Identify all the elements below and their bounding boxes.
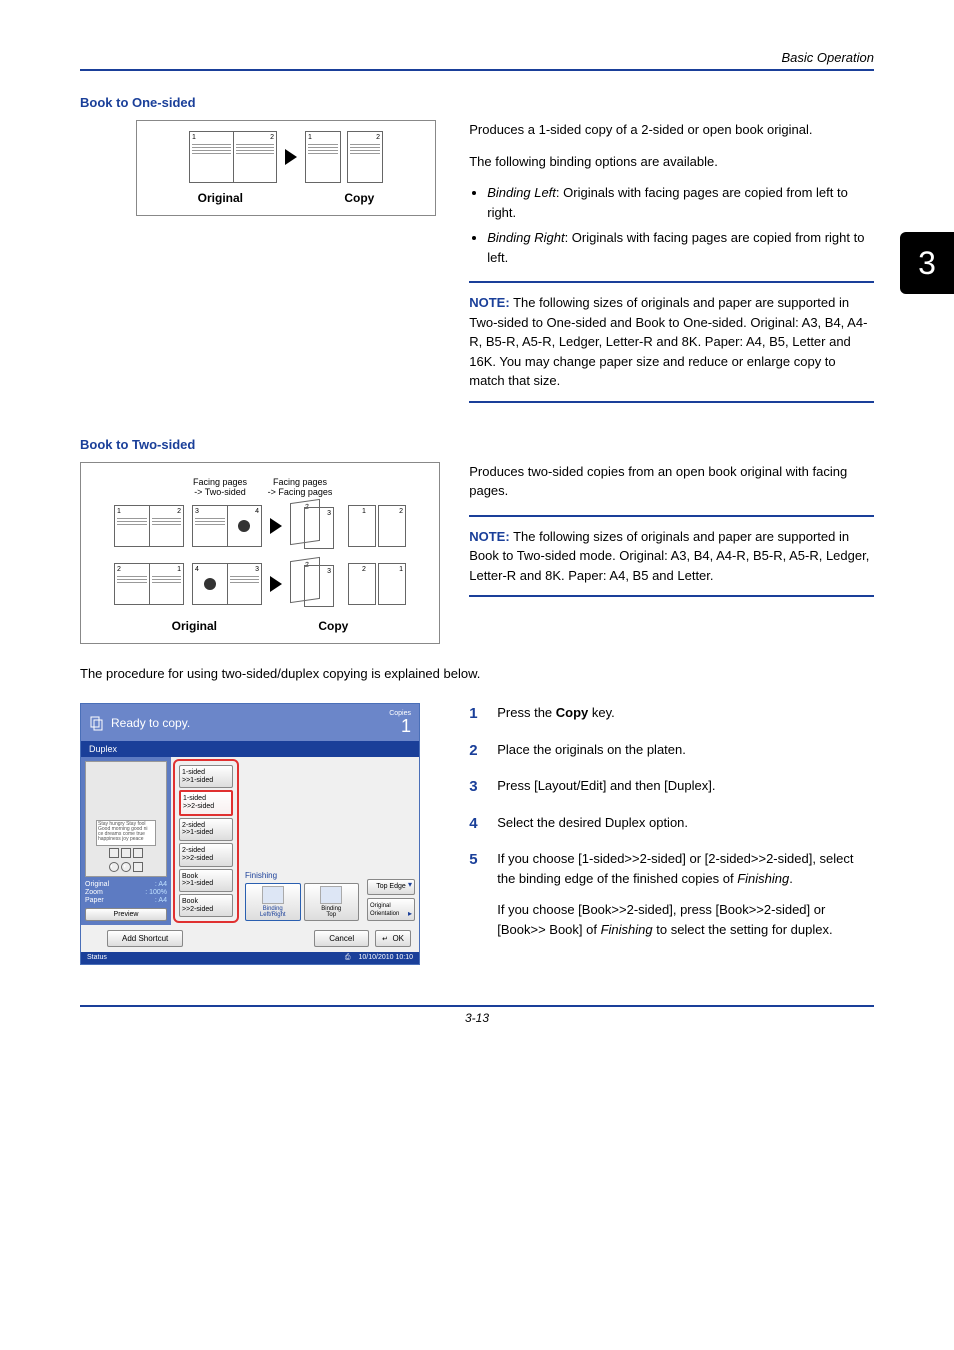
note-block-1: NOTE: The following sizes of originals a… [469,281,874,403]
opt-1s-1s[interactable]: 1-sided >>1-sided [179,765,233,788]
copy-icon [89,715,105,731]
arrow-icon [285,149,297,165]
preview-area: Stay hungry Stay foolGood morning good n… [85,761,167,877]
arrow-icon [270,518,282,534]
copy-label-2: Copy [318,619,348,633]
b1-para1: Produces a 1-sided copy of a 2-sided or … [469,120,874,140]
procedure-intro: The procedure for using two-sided/duplex… [80,664,874,684]
opt-2s-1s[interactable]: 2-sided >>1-sided [179,818,233,841]
copies-display: Copies 1 [389,710,411,735]
bullet-binding-left: Binding Left: Originals with facing page… [487,183,874,222]
page-number: 3-13 [80,1005,874,1025]
cancel-button[interactable]: Cancel [314,930,369,947]
preview-button[interactable]: Preview [85,908,167,921]
top-edge-button[interactable]: Top Edge▾ [367,879,415,895]
finishing-label: Finishing [245,871,359,880]
binding-top[interactable]: Binding Top [304,883,360,921]
orig-orientation-button[interactable]: ▸Original Orientation [367,898,415,921]
diagram-book-two-sided: Facing pages -> Two-sided Facing pages -… [80,462,440,644]
heading-book-one-sided: Book to One-sided [80,95,874,110]
opt-book-2s[interactable]: Book >>2-sided [179,894,233,917]
step-1: Press the Copy key. [497,703,874,726]
step-3: Press [Layout/Edit] and then [Duplex]. [497,776,874,799]
step-5: If you choose [1-sided>>2-sided] or [2-s… [497,849,874,951]
note-block-2: NOTE: The following sizes of originals a… [469,515,874,598]
original-label: Original [198,191,243,205]
add-shortcut-button[interactable]: Add Shortcut [107,930,183,947]
screen-title: Ready to copy. [111,716,190,730]
copy-label: Copy [344,191,374,205]
original-label-2: Original [172,619,217,633]
opt-book-1s[interactable]: Book >>1-sided [179,869,233,892]
arrow-icon [270,576,282,592]
duplex-screen: Ready to copy. Copies 1 Duplex Stay hung… [80,703,420,965]
step-2: Place the originals on the platen. [497,740,874,763]
binding-left-right[interactable]: Binding Left/Right [245,883,301,921]
diagram-book-one-sided: 1 2 1 2 Original Copy [136,120,436,216]
status-label[interactable]: Status [87,954,107,962]
heading-book-two-sided: Book to Two-sided [80,437,874,452]
ok-button[interactable]: ↵ OK [375,930,411,947]
b1-para2: The following binding options are availa… [469,152,874,172]
chapter-tab: 3 [900,232,954,294]
opt-2s-2s[interactable]: 2-sided >>2-sided [179,843,233,866]
bullet-binding-right: Binding Right: Originals with facing pag… [487,228,874,267]
panel-title: Duplex [81,741,419,757]
header-section: Basic Operation [80,50,874,69]
opt-1s-2s[interactable]: 1-sided >>2-sided [179,790,233,815]
b2-para1: Produces two-sided copies from an open b… [469,462,874,501]
timestamp: ⎙10/10/2010 10:10 [345,954,413,962]
step-4: Select the desired Duplex option. [497,813,874,836]
